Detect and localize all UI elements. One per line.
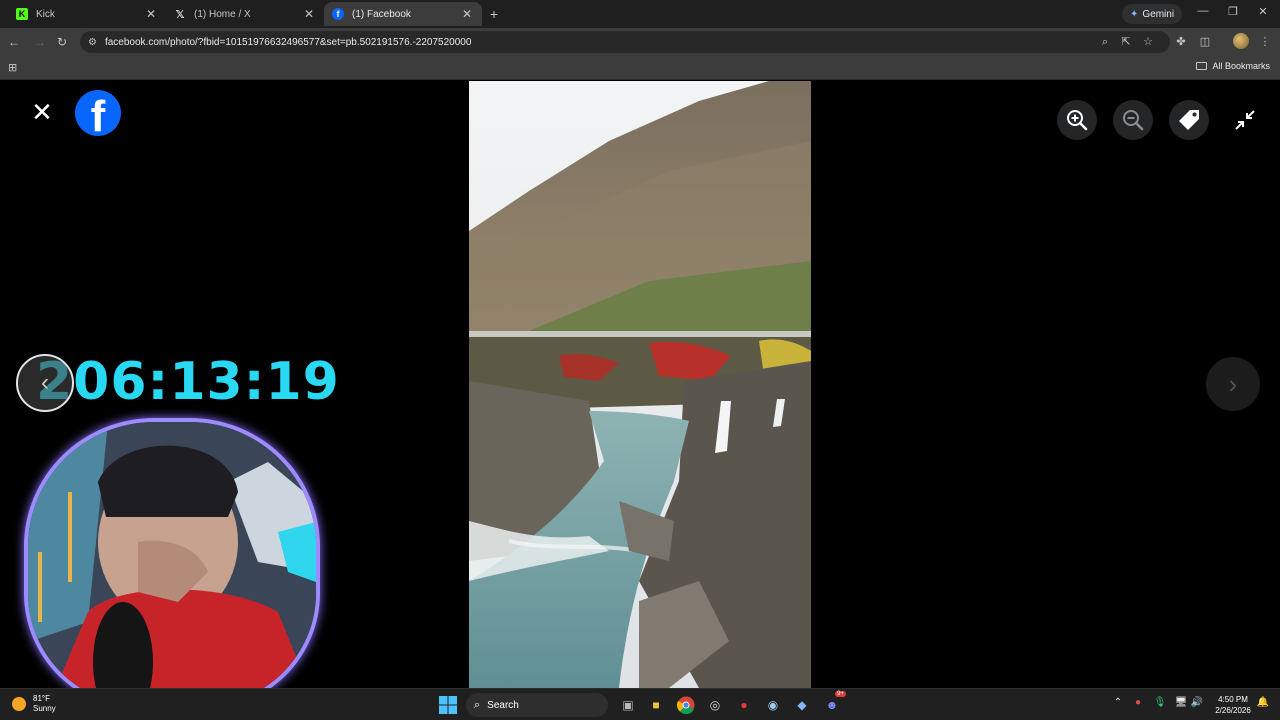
zoom-in-button[interactable] (1057, 100, 1097, 140)
extensions-icon[interactable]: ✤ (1173, 34, 1189, 50)
all-bookmarks-label: All Bookmarks (1212, 61, 1270, 71)
restore-icon[interactable]: ❐ (1218, 5, 1248, 18)
chrome-logo (677, 696, 695, 714)
facebook-favicon: f (332, 8, 344, 20)
profile-avatar[interactable] (1233, 33, 1249, 49)
bookmarks-bar: ⊞ All Bookmarks (0, 56, 1280, 80)
sun-icon (12, 697, 26, 711)
volume-icon[interactable]: 🔊 (1190, 697, 1204, 708)
discord-icon[interactable]: ☻ 9+ (822, 691, 846, 715)
obs-icon[interactable]: ◎ (705, 695, 725, 715)
zoom-out-icon (1123, 110, 1144, 131)
river-gorge-photo (469, 81, 811, 688)
minimize-icon[interactable]: — (1188, 5, 1218, 17)
weather-desc: Sunny (33, 704, 56, 713)
tag-icon (1179, 110, 1199, 130)
plus-icon[interactable]: + (486, 4, 502, 24)
tab-close-icon[interactable]: ✕ (460, 7, 474, 21)
window-close-icon[interactable]: ✕ (1248, 5, 1278, 18)
microphone-icon[interactable]: 🎙 (1153, 697, 1167, 708)
exit-fullscreen-button[interactable] (1233, 108, 1257, 132)
clock-time: 4:50 PM (1218, 695, 1248, 704)
reload-icon[interactable]: ↻ (54, 34, 70, 50)
close-icon[interactable]: ✕ (30, 99, 54, 125)
map-pin-icon[interactable]: ● (734, 695, 754, 715)
network-icon[interactable]: 🖥 (1174, 697, 1188, 708)
kick-favicon: K (16, 8, 28, 20)
zoom-magnifier-icon[interactable]: ⌕ (1097, 34, 1113, 50)
next-photo-button[interactable]: › (1206, 357, 1260, 411)
apps-grid-icon[interactable]: ⊞ (8, 61, 17, 74)
browser-toolbar: ← → ↻ ⚙ facebook.com/photo/?fbid=1015197… (0, 28, 1280, 56)
windows-taskbar: 81°F Sunny ⌕ Search ▣ ■ ◎ ● ◉ ◆ ☻ 9+ ⌃ ●… (0, 688, 1280, 720)
tab-title: Kick (36, 8, 55, 20)
install-app-icon[interactable]: ⇱ (1118, 34, 1134, 50)
tab-facebook[interactable]: f (1) Facebook ✕ (324, 2, 482, 26)
steam-icon[interactable]: ◉ (763, 695, 783, 715)
zoom-out-button[interactable] (1113, 100, 1153, 140)
search-icon: ⌕ (474, 698, 481, 711)
gemini-label: Gemini (1142, 8, 1175, 20)
side-panel-icon[interactable]: ◫ (1197, 34, 1213, 50)
zoom-in-icon (1067, 110, 1088, 131)
windows-logo-icon (439, 696, 457, 714)
chrome-icon[interactable] (676, 695, 696, 715)
notification-bell-icon[interactable]: 🔔 (1256, 697, 1270, 708)
all-bookmarks-button[interactable]: All Bookmarks (1196, 61, 1270, 71)
tab-kick[interactable]: K Kick ✕ (8, 2, 166, 26)
tab-close-icon[interactable]: ✕ (144, 7, 158, 21)
facebook-logo[interactable]: f (75, 90, 121, 136)
tray-app-icon[interactable]: ● (1131, 697, 1145, 708)
folder-icon (1196, 62, 1208, 70)
sparkle-icon: ✦ (1130, 8, 1139, 20)
clock-date: 2/26/2026 (1215, 706, 1251, 715)
webcam-overlay (24, 418, 320, 710)
tab-x-home[interactable]: 𝕏 (1) Home / X ✕ (166, 2, 324, 26)
start-button[interactable] (438, 695, 458, 715)
back-arrow-icon[interactable]: ← (6, 34, 22, 50)
discord-badge: 9+ (835, 691, 846, 697)
exit-fullscreen-icon (1235, 110, 1255, 130)
stream-timer: 206:13:19 (36, 352, 340, 412)
menu-kebab-icon[interactable]: ⋮ (1257, 34, 1273, 50)
x-favicon: 𝕏 (175, 8, 185, 21)
tab-close-icon[interactable]: ✕ (302, 7, 316, 21)
forward-arrow-icon[interactable]: → (32, 34, 48, 50)
weather-temp: 81°F (33, 694, 50, 703)
site-settings-icon[interactable]: ⚙ (88, 37, 97, 48)
tag-button[interactable] (1169, 100, 1209, 140)
shield-icon[interactable]: ◆ (792, 695, 812, 715)
file-explorer-icon[interactable]: ■ (646, 695, 666, 715)
address-bar[interactable]: ⚙ facebook.com/photo/?fbid=1015197663249… (80, 31, 1170, 53)
task-view-icon[interactable]: ▣ (618, 695, 638, 715)
tray-chevron-icon[interactable]: ⌃ (1111, 697, 1125, 708)
previous-photo-button[interactable]: ‹ (16, 354, 74, 412)
taskbar-search[interactable]: ⌕ Search (466, 693, 608, 717)
tab-title: (1) Home / X (194, 8, 251, 20)
tab-title: (1) Facebook (352, 8, 411, 20)
url-text: facebook.com/photo/?fbid=101519766324965… (104, 36, 472, 48)
tab-strip: K Kick ✕ 𝕏 (1) Home / X ✕ f (1) Facebook… (0, 0, 1280, 28)
gemini-button[interactable]: ✦ Gemini (1122, 4, 1183, 24)
search-label: Search (487, 699, 519, 711)
weather-widget[interactable]: 81°F Sunny (12, 694, 56, 714)
bookmark-star-icon[interactable]: ☆ (1140, 34, 1156, 50)
chevron-right-icon: › (1228, 368, 1238, 399)
system-clock[interactable]: 4:50 PM 2/26/2026 (1212, 694, 1254, 716)
chevron-left-icon: ‹ (41, 369, 49, 396)
